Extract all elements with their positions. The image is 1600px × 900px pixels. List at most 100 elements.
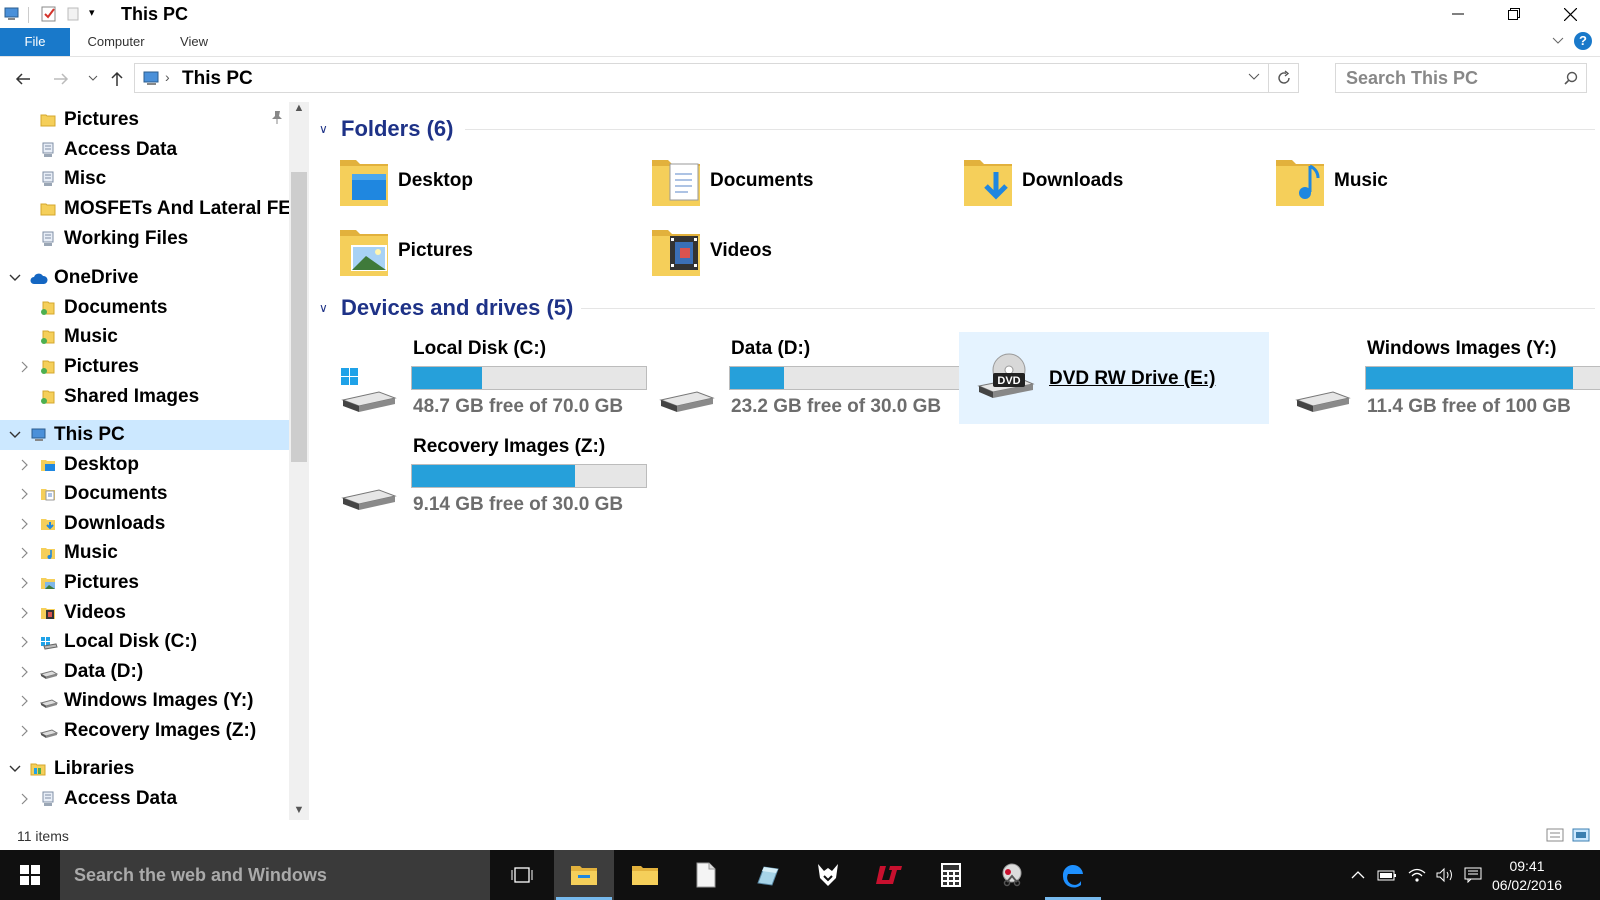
tab-view[interactable]: View: [168, 28, 220, 56]
tree-item[interactable]: Data (D:): [0, 657, 290, 687]
tree-item[interactable]: Documents: [0, 293, 290, 323]
details-view-icon[interactable]: [1546, 828, 1564, 842]
chevron-right-icon[interactable]: [18, 576, 32, 590]
tree-item[interactable]: Shared Images: [0, 382, 290, 412]
tab-computer[interactable]: Computer: [80, 28, 152, 56]
tree-item[interactable]: Access Data: [0, 784, 290, 814]
tab-file[interactable]: File: [0, 28, 70, 56]
tree-item[interactable]: Libraries: [0, 754, 290, 784]
folder-tile[interactable]: Music: [1266, 150, 1566, 214]
collapse-group-icon[interactable]: ∨: [319, 122, 333, 136]
chevron-right-icon[interactable]: [18, 606, 32, 620]
tree-item[interactable]: Pictures: [0, 568, 290, 598]
taskbar-search-input[interactable]: [74, 864, 474, 886]
drive-tile[interactable]: Data (D:) 23.2 GB free of 30.0 GB: [641, 332, 965, 424]
drive-tile[interactable]: Windows Images (Y:) 11.4 GB free of 100 G…: [1277, 332, 1600, 424]
drive-tile[interactable]: DVD DVD RW Drive (E:): [959, 332, 1269, 424]
tree-item[interactable]: OneDrive: [0, 263, 290, 293]
collapse-group-icon[interactable]: ∨: [319, 301, 333, 315]
search-icon[interactable]: [1564, 71, 1578, 85]
battery-button[interactable]: [1374, 850, 1400, 900]
tree-item[interactable]: Music: [0, 538, 290, 568]
chevron-right-icon[interactable]: [18, 724, 32, 738]
show-hidden-icons-button[interactable]: [1346, 850, 1370, 900]
tree-item[interactable]: This PC: [0, 420, 290, 450]
navigation-scrollbar[interactable]: ▲ ▼: [289, 102, 309, 820]
folder-tile[interactable]: Pictures: [330, 220, 630, 284]
address-bar[interactable]: › This PC: [134, 63, 1299, 93]
pin-icon[interactable]: [271, 110, 283, 124]
drives-group-header[interactable]: ∨ Devices and drives (5): [315, 293, 1595, 323]
refresh-button[interactable]: [1268, 64, 1298, 92]
new-folder-icon[interactable]: [65, 5, 83, 23]
up-button[interactable]: [106, 68, 128, 90]
tree-item[interactable]: Pictures: [0, 105, 290, 135]
scrollbar-thumb[interactable]: [291, 172, 307, 462]
forward-button[interactable]: [50, 68, 72, 90]
breadcrumb-chevron-icon[interactable]: ›: [165, 69, 170, 85]
tree-item[interactable]: Documents: [0, 479, 290, 509]
restore-button[interactable]: [1486, 0, 1542, 28]
tree-item[interactable]: Local Disk (C:): [0, 627, 290, 657]
tree-item[interactable]: Recovery Images (Z:): [0, 716, 290, 746]
folder-tile[interactable]: Videos: [642, 220, 942, 284]
search-input[interactable]: [1346, 67, 1546, 89]
help-icon[interactable]: ?: [1574, 32, 1592, 50]
chevron-right-icon[interactable]: [18, 458, 32, 472]
chevron-right-icon[interactable]: [18, 546, 32, 560]
drive-tile[interactable]: Recovery Images (Z:) 9.14 GB free of 30.0…: [323, 430, 647, 522]
recent-locations-button[interactable]: [82, 68, 104, 90]
breadcrumb-this-pc[interactable]: This PC: [182, 68, 253, 90]
chevron-right-icon[interactable]: [18, 792, 32, 806]
volume-button[interactable]: [1432, 850, 1458, 900]
chevron-right-icon[interactable]: [18, 360, 32, 374]
network-button[interactable]: [1404, 850, 1430, 900]
tree-item[interactable]: Downloads: [0, 509, 290, 539]
tree-item[interactable]: Desktop: [0, 450, 290, 480]
computer-icon[interactable]: [3, 5, 21, 23]
chevron-down-icon[interactable]: [8, 762, 22, 776]
scroll-up-icon[interactable]: ▲: [293, 102, 305, 116]
taskbar-app-notepad[interactable]: [676, 850, 736, 900]
back-button[interactable]: [12, 68, 34, 90]
taskbar-app-snipping[interactable]: [982, 850, 1042, 900]
chevron-right-icon[interactable]: [18, 635, 32, 649]
tree-item[interactable]: Access Data: [0, 135, 290, 165]
folder-tile[interactable]: Documents: [642, 150, 942, 214]
chevron-right-icon[interactable]: [18, 517, 32, 531]
chevron-down-icon[interactable]: [8, 271, 22, 285]
chevron-right-icon[interactable]: [18, 665, 32, 679]
close-button[interactable]: [1542, 0, 1598, 28]
minimize-button[interactable]: [1430, 0, 1486, 28]
folders-group-header[interactable]: ∨ Folders (6): [315, 114, 1595, 144]
taskbar-app-calculator[interactable]: [921, 850, 981, 900]
taskbar-app-task-view[interactable]: [492, 850, 552, 900]
scroll-down-icon[interactable]: ▼: [293, 804, 305, 818]
start-button[interactable]: [0, 850, 60, 900]
clock[interactable]: 09:41 06/02/2016: [1478, 857, 1576, 895]
expand-ribbon-icon[interactable]: [1552, 37, 1564, 45]
tree-item[interactable]: Videos: [0, 598, 290, 628]
taskbar-app-ltspice[interactable]: [859, 850, 919, 900]
address-dropdown-icon[interactable]: [1248, 72, 1260, 82]
drive-tile[interactable]: Local Disk (C:) 48.7 GB free of 70.0 GB: [323, 332, 647, 424]
tree-item[interactable]: Windows Images (Y:): [0, 686, 290, 716]
tree-item[interactable]: Working Files: [0, 224, 290, 254]
folder-tile[interactable]: Downloads: [954, 150, 1254, 214]
chevron-down-icon[interactable]: [8, 428, 22, 442]
taskbar-app-folder[interactable]: [615, 850, 675, 900]
customize-toolbar-icon[interactable]: ▾: [89, 6, 95, 19]
large-icons-view-icon[interactable]: [1572, 828, 1590, 842]
folder-tile[interactable]: Desktop: [330, 150, 630, 214]
taskbar-app-foxit[interactable]: [798, 850, 858, 900]
tree-item[interactable]: Pictures: [0, 352, 290, 382]
tree-item[interactable]: MOSFETs And Lateral FE: [0, 194, 290, 224]
tree-item[interactable]: Music: [0, 322, 290, 352]
taskbar-app-file-explorer[interactable]: [554, 850, 614, 900]
taskbar-app-edge[interactable]: [1043, 850, 1103, 900]
chevron-right-icon[interactable]: [18, 487, 32, 501]
properties-icon[interactable]: [40, 5, 58, 23]
taskbar-search[interactable]: [60, 850, 490, 900]
tree-item[interactable]: Misc: [0, 164, 290, 194]
taskbar-app-paint[interactable]: [737, 850, 797, 900]
